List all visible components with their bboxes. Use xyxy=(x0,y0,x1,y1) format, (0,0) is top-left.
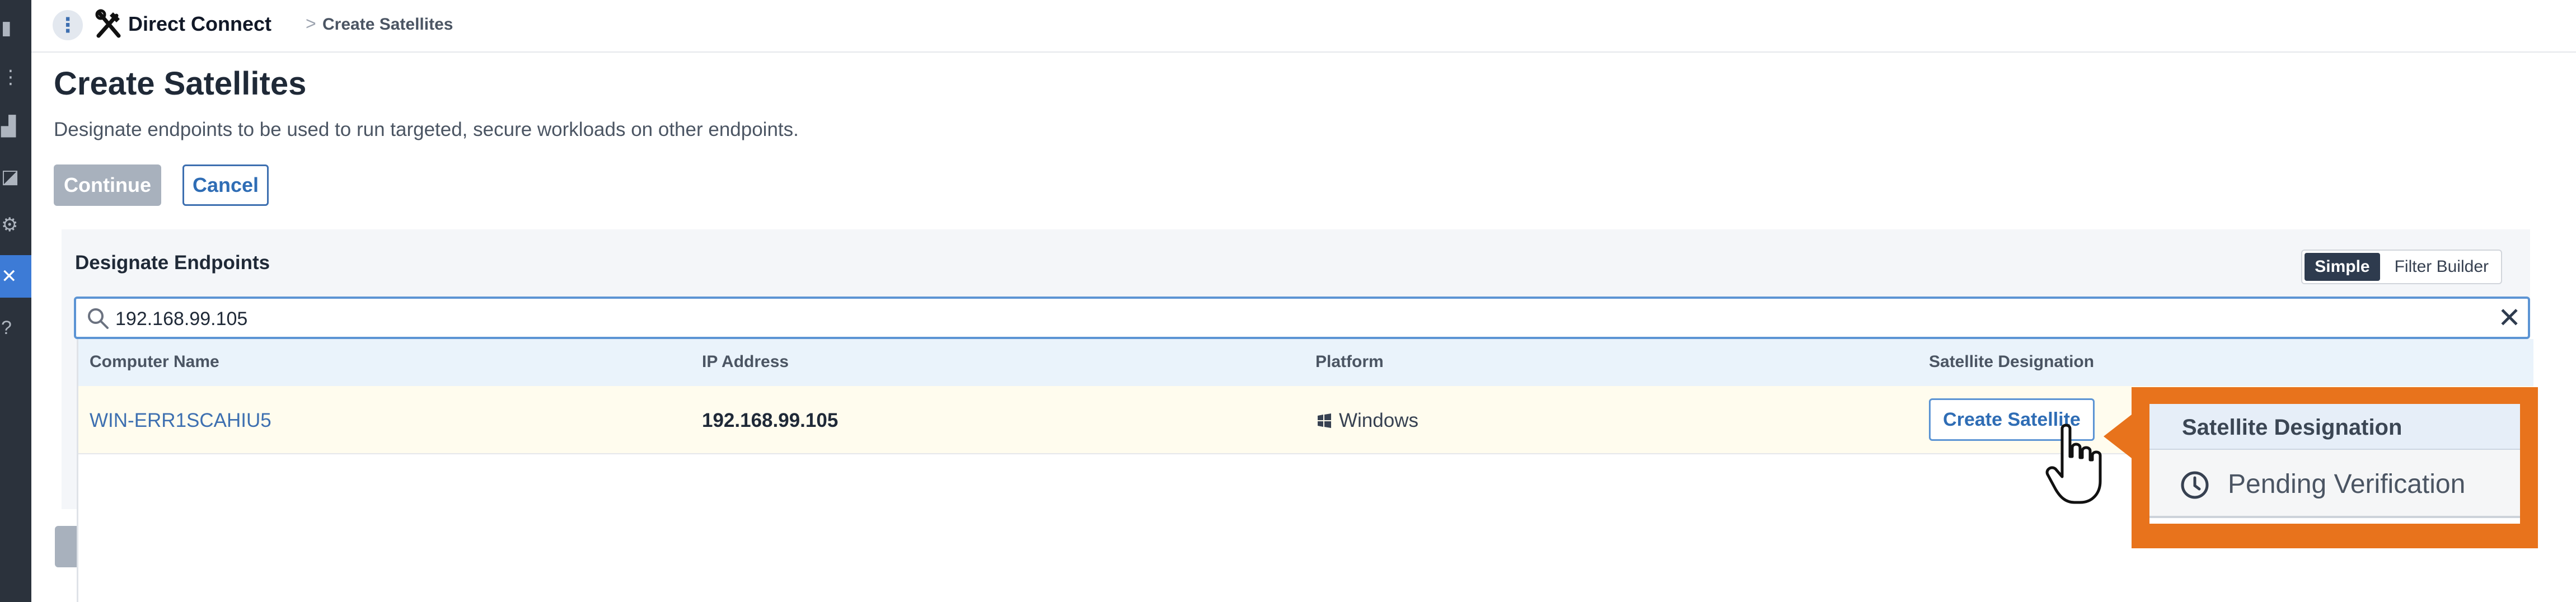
page-description: Designate endpoints to be used to run ta… xyxy=(54,119,799,140)
breadcrumb-separator: > xyxy=(306,13,316,34)
panel-title: Designate Endpoints xyxy=(75,252,270,274)
callout-status-row: Pending Verification xyxy=(2149,450,2520,518)
top-bar: ⋮ Direct Connect > Create Satellites xyxy=(31,0,2576,53)
table-header: Computer Name IP Address Platform Satell… xyxy=(78,339,2533,387)
callout-content: Satellite Designation Pending Verificati… xyxy=(2149,404,2520,524)
view-toggle: Simple Filter Builder xyxy=(2301,250,2502,284)
toggle-filter-builder[interactable]: Filter Builder xyxy=(2382,251,2501,283)
page-title: Create Satellites xyxy=(54,65,307,102)
callout-header: Satellite Designation xyxy=(2149,404,2520,450)
header-computer-name[interactable]: Computer Name xyxy=(90,352,219,371)
platform-cell: Windows xyxy=(1317,410,1418,432)
clock-icon xyxy=(2181,471,2209,499)
callout-arrow xyxy=(2104,413,2134,460)
status-label: Pending Verification xyxy=(2228,469,2466,499)
sidebar-home-icon[interactable]: ▮ xyxy=(0,11,31,45)
sidebar-reports-icon[interactable]: ▟ xyxy=(0,110,31,143)
continue-button[interactable]: Continue xyxy=(54,164,161,206)
windows-icon xyxy=(1318,413,1331,428)
header-ip-address[interactable]: IP Address xyxy=(702,352,789,371)
cancel-button[interactable]: Cancel xyxy=(182,164,269,206)
computer-name-link[interactable]: WIN-ERR1SCAHIU5 xyxy=(90,410,271,432)
breadcrumb-current: Create Satellites xyxy=(322,15,453,34)
sidebar-direct-connect-icon[interactable]: ✕ xyxy=(0,255,31,298)
toggle-simple[interactable]: Simple xyxy=(2305,253,2380,281)
close-icon[interactable]: ✕ xyxy=(2498,302,2521,333)
header-satellite-designation[interactable]: Satellite Designation xyxy=(1929,352,2094,371)
header-platform[interactable]: Platform xyxy=(1315,352,1384,371)
callout-title: Satellite Designation xyxy=(2182,415,2402,440)
sidebar: ▮ ⋮ ▟ ◪ ⚙ ✕ ? xyxy=(0,0,31,602)
search-box: ✕ xyxy=(74,297,2530,339)
sidebar-modules-icon[interactable]: ◪ xyxy=(0,160,31,194)
search-icon xyxy=(88,308,109,329)
hand-cursor-icon xyxy=(2045,424,2102,504)
sidebar-help-icon[interactable]: ? xyxy=(0,311,31,345)
hidden-button-stub[interactable] xyxy=(55,526,77,567)
sidebar-more-icon[interactable]: ⋮ xyxy=(0,60,31,94)
ip-address-cell: 192.168.99.105 xyxy=(702,410,839,431)
zoom-callout: Satellite Designation Pending Verificati… xyxy=(2132,387,2538,548)
search-input[interactable] xyxy=(114,303,2467,335)
sidebar-settings-icon[interactable]: ⚙ xyxy=(0,208,31,242)
app-name[interactable]: Direct Connect xyxy=(128,12,271,36)
tools-icon xyxy=(95,9,121,38)
menu-icon[interactable]: ⋮ xyxy=(53,10,83,40)
platform-label: Windows xyxy=(1339,410,1418,431)
